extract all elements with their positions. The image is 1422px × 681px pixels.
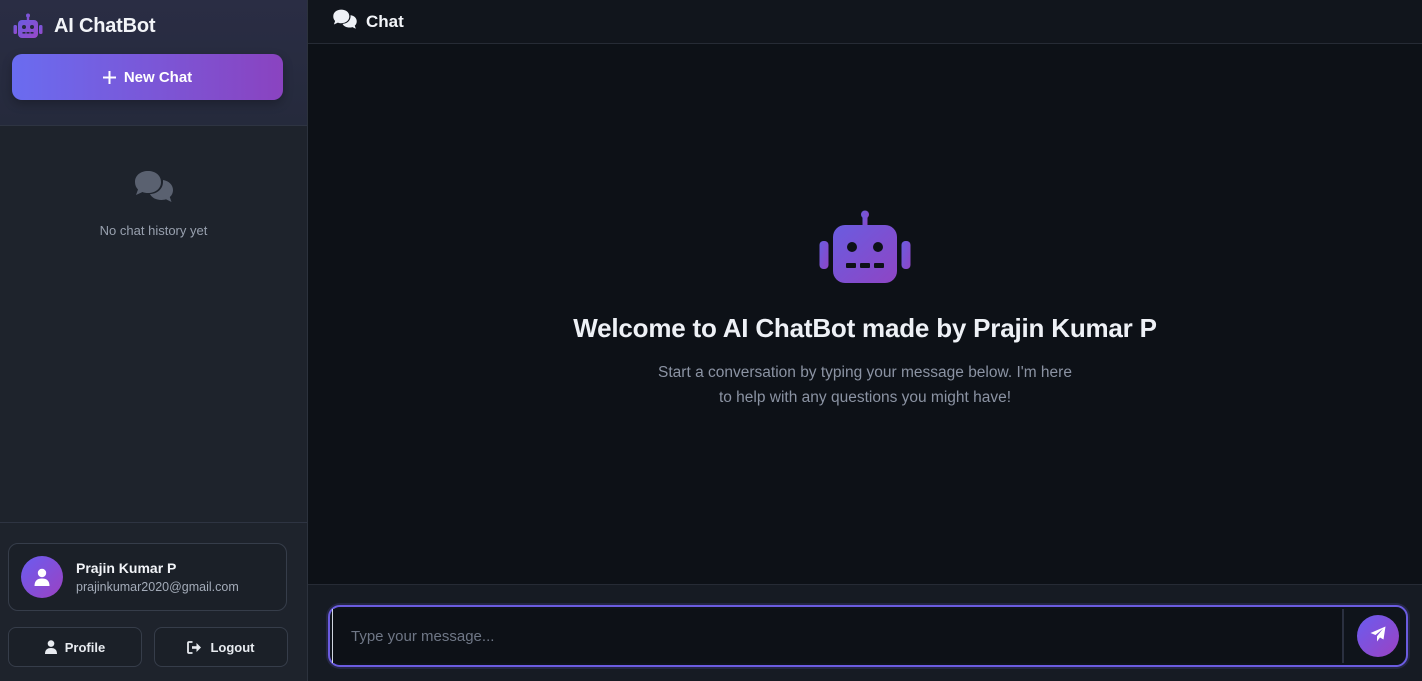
sidebar-footer: Prajin Kumar P prajinkumar2020@gmail.com…: [0, 522, 307, 681]
comments-icon: [133, 170, 175, 209]
empty-history-text: No chat history yet: [99, 223, 208, 238]
comments-icon: [332, 9, 358, 35]
robot-icon: [12, 12, 44, 40]
user-email: prajinkumar2020@gmail.com: [76, 580, 239, 594]
user-icon: [34, 568, 50, 586]
paper-plane-icon: [1370, 626, 1386, 647]
message-input-wrapper: [328, 605, 1408, 667]
chat-content: Welcome to AI ChatBot made by Prajin Kum…: [308, 44, 1422, 584]
user-icon: [44, 640, 57, 654]
welcome-subtitle: Start a conversation by typing your mess…: [658, 364, 1072, 406]
composer: [308, 584, 1422, 681]
new-chat-button[interactable]: New Chat: [12, 54, 283, 100]
logout-button[interactable]: Logout: [154, 627, 288, 667]
brand: AI ChatBot: [12, 12, 295, 40]
robot-icon: [819, 210, 911, 289]
app-title: AI ChatBot: [54, 14, 156, 37]
send-button[interactable]: [1357, 615, 1399, 657]
welcome-title: Welcome to AI ChatBot made by Prajin Kum…: [573, 313, 1157, 343]
new-chat-label: New Chat: [123, 68, 193, 86]
message-input[interactable]: [332, 609, 1344, 663]
chat-header: Chat: [308, 0, 1422, 44]
avatar: [21, 556, 63, 598]
footer-buttons: Profile Logout: [8, 627, 288, 667]
user-name: Prajin Kumar P: [76, 560, 177, 576]
chat-history: No chat history yet: [0, 126, 307, 522]
app-root: AI ChatBot New Chat No chat history yet …: [0, 0, 1422, 681]
user-card: Prajin Kumar P prajinkumar2020@gmail.com: [8, 543, 287, 611]
logout-label: Logout: [210, 639, 255, 655]
logout-icon: [187, 640, 202, 654]
main-panel: Chat Welcome to AI ChatBot made by Praji…: [308, 0, 1422, 681]
header-title: Chat: [366, 11, 404, 31]
profile-button[interactable]: Profile: [8, 627, 142, 667]
profile-label: Profile: [64, 639, 106, 655]
sidebar: AI ChatBot New Chat No chat history yet …: [0, 0, 308, 681]
sidebar-header: AI ChatBot New Chat: [0, 0, 307, 126]
user-info: Prajin Kumar P prajinkumar2020@gmail.com: [76, 560, 239, 594]
plus-icon: [102, 70, 116, 84]
